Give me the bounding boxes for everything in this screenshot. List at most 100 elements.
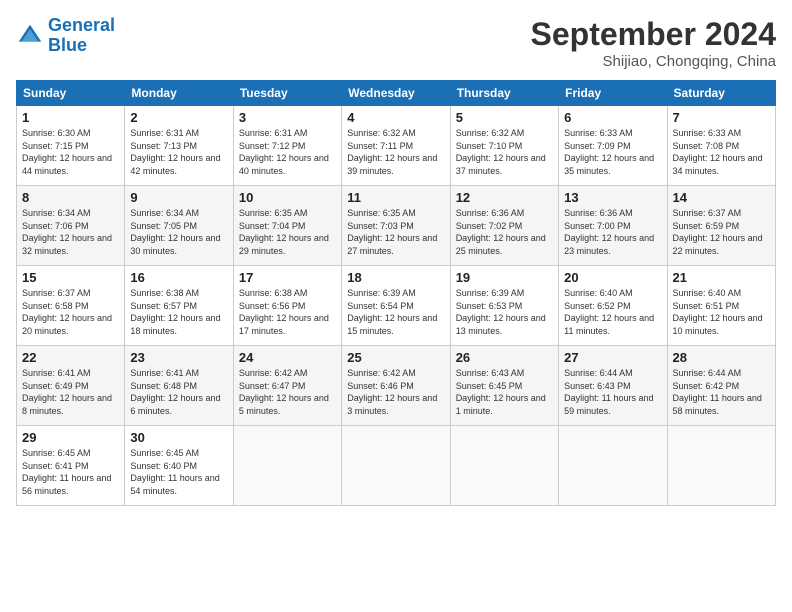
day-info: Sunrise: 6:35 AM Sunset: 7:03 PM Dayligh…: [347, 207, 444, 257]
day-cell: 4 Sunrise: 6:32 AM Sunset: 7:11 PM Dayli…: [342, 106, 450, 186]
day-cell: 15 Sunrise: 6:37 AM Sunset: 6:58 PM Dayl…: [17, 266, 125, 346]
day-number: 3: [239, 110, 336, 125]
day-cell: [233, 426, 341, 506]
title-block: September 2024 Shijiao, Chongqing, China: [531, 16, 776, 70]
week-row-3: 15 Sunrise: 6:37 AM Sunset: 6:58 PM Dayl…: [17, 266, 776, 346]
day-cell: 30 Sunrise: 6:45 AM Sunset: 6:40 PM Dayl…: [125, 426, 233, 506]
day-cell: 12 Sunrise: 6:36 AM Sunset: 7:02 PM Dayl…: [450, 186, 558, 266]
day-info: Sunrise: 6:37 AM Sunset: 6:59 PM Dayligh…: [673, 207, 770, 257]
day-number: 29: [22, 430, 119, 445]
day-cell: 22 Sunrise: 6:41 AM Sunset: 6:49 PM Dayl…: [17, 346, 125, 426]
day-number: 5: [456, 110, 553, 125]
day-info: Sunrise: 6:31 AM Sunset: 7:13 PM Dayligh…: [130, 127, 227, 177]
day-info: Sunrise: 6:32 AM Sunset: 7:11 PM Dayligh…: [347, 127, 444, 177]
week-row-2: 8 Sunrise: 6:34 AM Sunset: 7:06 PM Dayli…: [17, 186, 776, 266]
day-cell: 8 Sunrise: 6:34 AM Sunset: 7:06 PM Dayli…: [17, 186, 125, 266]
day-cell: 26 Sunrise: 6:43 AM Sunset: 6:45 PM Dayl…: [450, 346, 558, 426]
day-number: 2: [130, 110, 227, 125]
day-number: 14: [673, 190, 770, 205]
day-number: 21: [673, 270, 770, 285]
day-info: Sunrise: 6:41 AM Sunset: 6:48 PM Dayligh…: [130, 367, 227, 417]
day-info: Sunrise: 6:30 AM Sunset: 7:15 PM Dayligh…: [22, 127, 119, 177]
day-info: Sunrise: 6:44 AM Sunset: 6:43 PM Dayligh…: [564, 367, 661, 417]
day-info: Sunrise: 6:33 AM Sunset: 7:09 PM Dayligh…: [564, 127, 661, 177]
day-number: 12: [456, 190, 553, 205]
day-cell: 2 Sunrise: 6:31 AM Sunset: 7:13 PM Dayli…: [125, 106, 233, 186]
calendar-body: 1 Sunrise: 6:30 AM Sunset: 7:15 PM Dayli…: [17, 106, 776, 506]
day-number: 17: [239, 270, 336, 285]
day-info: Sunrise: 6:37 AM Sunset: 6:58 PM Dayligh…: [22, 287, 119, 337]
day-info: Sunrise: 6:45 AM Sunset: 6:41 PM Dayligh…: [22, 447, 119, 497]
day-cell: 11 Sunrise: 6:35 AM Sunset: 7:03 PM Dayl…: [342, 186, 450, 266]
week-row-4: 22 Sunrise: 6:41 AM Sunset: 6:49 PM Dayl…: [17, 346, 776, 426]
day-info: Sunrise: 6:45 AM Sunset: 6:40 PM Dayligh…: [130, 447, 227, 497]
logo-blue: Blue: [48, 35, 87, 55]
day-cell: 25 Sunrise: 6:42 AM Sunset: 6:46 PM Dayl…: [342, 346, 450, 426]
day-info: Sunrise: 6:34 AM Sunset: 7:05 PM Dayligh…: [130, 207, 227, 257]
day-cell: 10 Sunrise: 6:35 AM Sunset: 7:04 PM Dayl…: [233, 186, 341, 266]
day-info: Sunrise: 6:32 AM Sunset: 7:10 PM Dayligh…: [456, 127, 553, 177]
day-cell: 5 Sunrise: 6:32 AM Sunset: 7:10 PM Dayli…: [450, 106, 558, 186]
day-info: Sunrise: 6:36 AM Sunset: 7:00 PM Dayligh…: [564, 207, 661, 257]
day-cell: 21 Sunrise: 6:40 AM Sunset: 6:51 PM Dayl…: [667, 266, 775, 346]
day-cell: 24 Sunrise: 6:42 AM Sunset: 6:47 PM Dayl…: [233, 346, 341, 426]
day-info: Sunrise: 6:40 AM Sunset: 6:52 PM Dayligh…: [564, 287, 661, 337]
day-cell: 6 Sunrise: 6:33 AM Sunset: 7:09 PM Dayli…: [559, 106, 667, 186]
day-number: 11: [347, 190, 444, 205]
header: General Blue September 2024 Shijiao, Cho…: [16, 16, 776, 70]
day-cell: 20 Sunrise: 6:40 AM Sunset: 6:52 PM Dayl…: [559, 266, 667, 346]
day-number: 7: [673, 110, 770, 125]
day-cell: 16 Sunrise: 6:38 AM Sunset: 6:57 PM Dayl…: [125, 266, 233, 346]
day-number: 20: [564, 270, 661, 285]
day-cell: 9 Sunrise: 6:34 AM Sunset: 7:05 PM Dayli…: [125, 186, 233, 266]
day-info: Sunrise: 6:39 AM Sunset: 6:54 PM Dayligh…: [347, 287, 444, 337]
day-number: 8: [22, 190, 119, 205]
day-info: Sunrise: 6:33 AM Sunset: 7:08 PM Dayligh…: [673, 127, 770, 177]
day-info: Sunrise: 6:43 AM Sunset: 6:45 PM Dayligh…: [456, 367, 553, 417]
calendar-container: General Blue September 2024 Shijiao, Cho…: [0, 0, 792, 612]
day-info: Sunrise: 6:44 AM Sunset: 6:42 PM Dayligh…: [673, 367, 770, 417]
day-info: Sunrise: 6:39 AM Sunset: 6:53 PM Dayligh…: [456, 287, 553, 337]
day-info: Sunrise: 6:38 AM Sunset: 6:57 PM Dayligh…: [130, 287, 227, 337]
day-number: 10: [239, 190, 336, 205]
day-cell: [667, 426, 775, 506]
day-number: 24: [239, 350, 336, 365]
day-cell: 17 Sunrise: 6:38 AM Sunset: 6:56 PM Dayl…: [233, 266, 341, 346]
weekday-header-row: SundayMondayTuesdayWednesdayThursdayFrid…: [17, 81, 776, 106]
weekday-wednesday: Wednesday: [342, 81, 450, 106]
day-number: 28: [673, 350, 770, 365]
logo-text: General Blue: [48, 16, 115, 56]
logo-icon: [16, 22, 44, 50]
day-cell: 18 Sunrise: 6:39 AM Sunset: 6:54 PM Dayl…: [342, 266, 450, 346]
day-info: Sunrise: 6:42 AM Sunset: 6:46 PM Dayligh…: [347, 367, 444, 417]
day-cell: 19 Sunrise: 6:39 AM Sunset: 6:53 PM Dayl…: [450, 266, 558, 346]
day-number: 15: [22, 270, 119, 285]
day-info: Sunrise: 6:41 AM Sunset: 6:49 PM Dayligh…: [22, 367, 119, 417]
week-row-5: 29 Sunrise: 6:45 AM Sunset: 6:41 PM Dayl…: [17, 426, 776, 506]
week-row-1: 1 Sunrise: 6:30 AM Sunset: 7:15 PM Dayli…: [17, 106, 776, 186]
weekday-monday: Monday: [125, 81, 233, 106]
weekday-thursday: Thursday: [450, 81, 558, 106]
weekday-tuesday: Tuesday: [233, 81, 341, 106]
month-title: September 2024: [531, 16, 776, 53]
day-number: 22: [22, 350, 119, 365]
logo-general: General: [48, 15, 115, 35]
day-cell: 29 Sunrise: 6:45 AM Sunset: 6:41 PM Dayl…: [17, 426, 125, 506]
day-cell: 3 Sunrise: 6:31 AM Sunset: 7:12 PM Dayli…: [233, 106, 341, 186]
day-cell: [342, 426, 450, 506]
day-number: 6: [564, 110, 661, 125]
day-cell: 7 Sunrise: 6:33 AM Sunset: 7:08 PM Dayli…: [667, 106, 775, 186]
day-number: 1: [22, 110, 119, 125]
day-cell: 13 Sunrise: 6:36 AM Sunset: 7:00 PM Dayl…: [559, 186, 667, 266]
weekday-sunday: Sunday: [17, 81, 125, 106]
day-cell: 28 Sunrise: 6:44 AM Sunset: 6:42 PM Dayl…: [667, 346, 775, 426]
day-info: Sunrise: 6:42 AM Sunset: 6:47 PM Dayligh…: [239, 367, 336, 417]
day-number: 30: [130, 430, 227, 445]
day-number: 27: [564, 350, 661, 365]
day-cell: 23 Sunrise: 6:41 AM Sunset: 6:48 PM Dayl…: [125, 346, 233, 426]
day-number: 18: [347, 270, 444, 285]
day-cell: [559, 426, 667, 506]
day-number: 26: [456, 350, 553, 365]
day-number: 25: [347, 350, 444, 365]
calendar-table: SundayMondayTuesdayWednesdayThursdayFrid…: [16, 80, 776, 506]
